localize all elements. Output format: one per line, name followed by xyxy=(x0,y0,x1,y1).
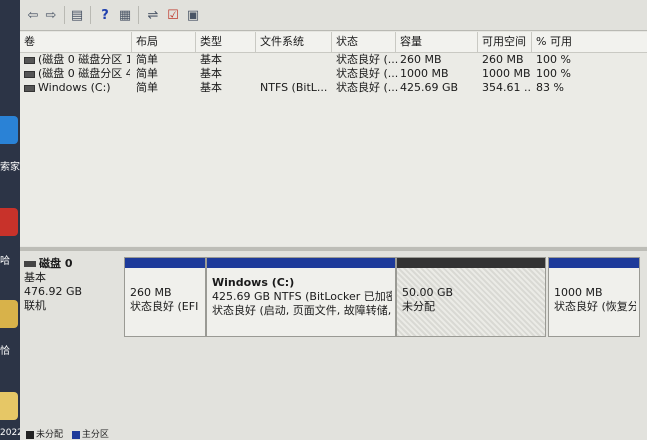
cell-pct-free: 100 % xyxy=(536,53,571,66)
partition-status: 状态良好 (启动, 页面文件, 故障转储, 基本 xyxy=(212,304,392,317)
table-row[interactable]: Windows (C:) 简单 基本 NTFS (BitL... 状态良好 (.… xyxy=(20,81,647,95)
checklist-icon[interactable]: ☑ xyxy=(164,6,182,24)
partition-status: 状态良好 (恢复分区) xyxy=(554,300,636,313)
desktop-label-1: 索家 xyxy=(0,162,20,173)
cell-layout: 简单 xyxy=(136,81,158,94)
cell-layout: 简单 xyxy=(136,53,158,66)
red-app-icon[interactable] xyxy=(0,208,18,236)
col-free[interactable]: 可用空间 xyxy=(478,32,532,52)
col-layout[interactable]: 布局 xyxy=(132,32,196,52)
disk-map: 磁盘 0 基本 476.92 GB 联机 260 MB 状态良好 (EFI 系 … xyxy=(20,251,647,440)
partition-efi[interactable]: 260 MB 状态良好 (EFI 系 xyxy=(124,257,206,337)
desktop-label-2: 哈 xyxy=(0,256,10,267)
partition-status: 未分配 xyxy=(402,300,435,313)
cell-pct-free: 83 % xyxy=(536,81,564,94)
partition-size: 50.00 GB xyxy=(402,286,454,299)
partition-size: 260 MB xyxy=(130,286,172,299)
legend-unallocated-label: 未分配 xyxy=(36,430,64,440)
cell-free: 354.61 ... xyxy=(482,81,532,94)
col-filesystem[interactable]: 文件系统 xyxy=(256,32,332,52)
cell-status: 状态良好 (... xyxy=(336,81,398,94)
partition-status: 状态良好 (EFI 系 xyxy=(130,300,202,313)
disk-state: 联机 xyxy=(24,299,46,312)
disk-label[interactable]: 磁盘 0 基本 476.92 GB 联机 xyxy=(24,257,120,337)
cell-type: 基本 xyxy=(200,67,222,80)
col-status[interactable]: 状态 xyxy=(332,32,396,52)
partition-recovery[interactable]: 1000 MB 状态良好 (恢复分区) xyxy=(548,257,640,337)
cell-volume: (磁盘 0 磁盘分区 1) xyxy=(24,53,130,67)
partition-text: 50.00 GB 未分配 xyxy=(402,286,542,314)
desktop-strip: 索家 哈 恰 2022 xyxy=(0,0,23,440)
cell-volume: (磁盘 0 磁盘分区 4) xyxy=(24,67,130,81)
legend-primary-label: 主分区 xyxy=(81,430,109,440)
security-shield-icon[interactable] xyxy=(0,116,18,144)
col-capacity[interactable]: 容量 xyxy=(396,32,478,52)
col-volume[interactable]: 卷 xyxy=(20,32,132,52)
col-type[interactable]: 类型 xyxy=(196,32,256,52)
cell-capacity: 425.69 GB xyxy=(400,81,459,94)
col-pct-free[interactable]: % 可用 xyxy=(532,32,647,52)
partition-bar xyxy=(207,258,395,268)
cell-capacity: 1000 MB xyxy=(400,67,449,80)
partition-text: 1000 MB 状态良好 (恢复分区) xyxy=(554,286,636,314)
legend: 未分配 主分区 xyxy=(20,430,647,440)
volume-list-header: 卷 布局 类型 文件系统 状态 容量 可用空间 % 可用 xyxy=(20,32,647,53)
folder-icon[interactable] xyxy=(0,300,18,328)
legend-unallocated-swatch xyxy=(26,430,34,439)
legend-primary-swatch xyxy=(71,430,80,439)
partition-text: 260 MB 状态良好 (EFI 系 xyxy=(130,286,202,314)
cell-status: 状态良好 (... xyxy=(336,67,398,80)
cell-status: 状态良好 (... xyxy=(336,53,398,66)
toolbar-separator xyxy=(90,6,91,24)
cell-free: 1000 MB xyxy=(482,67,531,80)
table-row[interactable]: (磁盘 0 磁盘分区 1) 简单 基本 状态良好 (... 260 MB 260… xyxy=(20,53,647,67)
connect-icon[interactable]: ⇌ xyxy=(144,6,162,24)
details-icon[interactable]: ▣ xyxy=(184,6,202,24)
partition-windows-c[interactable]: Windows (C:) 425.69 GB NTFS (BitLocker 已… xyxy=(206,257,396,337)
volume-list: 卷 布局 类型 文件系统 状态 容量 可用空间 % 可用 (磁盘 0 磁盘分区 … xyxy=(20,32,647,246)
disk-management-window: ⇦ ⇨ ▤ ? ▦ ⇌ ☑ ▣ 卷 布局 类型 文件系统 状态 容量 可用空间 … xyxy=(20,0,647,440)
disk-type: 基本 xyxy=(24,271,46,284)
yellow-folder-icon[interactable] xyxy=(0,392,18,420)
table-row[interactable]: (磁盘 0 磁盘分区 4) 简单 基本 状态良好 (... 1000 MB 10… xyxy=(20,67,647,81)
help-icon[interactable]: ? xyxy=(96,6,114,24)
toolbar-separator xyxy=(64,6,65,24)
toolbar-separator xyxy=(138,6,139,24)
partition-size: 425.69 GB NTFS (BitLocker 已加密) xyxy=(212,290,392,303)
volume-icon xyxy=(24,70,35,78)
cell-type: 基本 xyxy=(200,53,222,66)
volume-icon xyxy=(24,84,35,92)
back-arrow-icon[interactable]: ⇦ xyxy=(24,6,42,24)
disk-name: 磁盘 0 xyxy=(39,257,73,270)
partition-text: Windows (C:) 425.69 GB NTFS (BitLocker 已… xyxy=(212,276,392,318)
partition-size: 1000 MB xyxy=(554,286,603,299)
desktop-label-3: 恰 xyxy=(0,346,10,357)
forward-arrow-icon[interactable]: ⇨ xyxy=(42,6,60,24)
partition-bar xyxy=(549,258,639,268)
cell-pct-free: 100 % xyxy=(536,67,571,80)
partition-bar xyxy=(397,258,545,268)
partition-bar xyxy=(125,258,205,268)
volume-icon xyxy=(24,56,35,64)
toolbar: ⇦ ⇨ ▤ ? ▦ ⇌ ☑ ▣ xyxy=(20,0,647,31)
cell-type: 基本 xyxy=(200,81,222,94)
cell-free: 260 MB xyxy=(482,53,524,66)
list-view-icon[interactable]: ▦ xyxy=(116,6,134,24)
properties-icon[interactable]: ▤ xyxy=(68,6,86,24)
disk-icon xyxy=(24,261,36,267)
cell-volume: Windows (C:) xyxy=(24,81,130,95)
cell-layout: 简单 xyxy=(136,67,158,80)
partition-title: Windows (C:) xyxy=(212,276,295,289)
cell-filesystem: NTFS (BitL... xyxy=(260,81,328,94)
disk-size: 476.92 GB xyxy=(24,285,83,298)
cell-capacity: 260 MB xyxy=(400,53,442,66)
partition-unallocated[interactable]: 50.00 GB 未分配 xyxy=(396,257,546,337)
